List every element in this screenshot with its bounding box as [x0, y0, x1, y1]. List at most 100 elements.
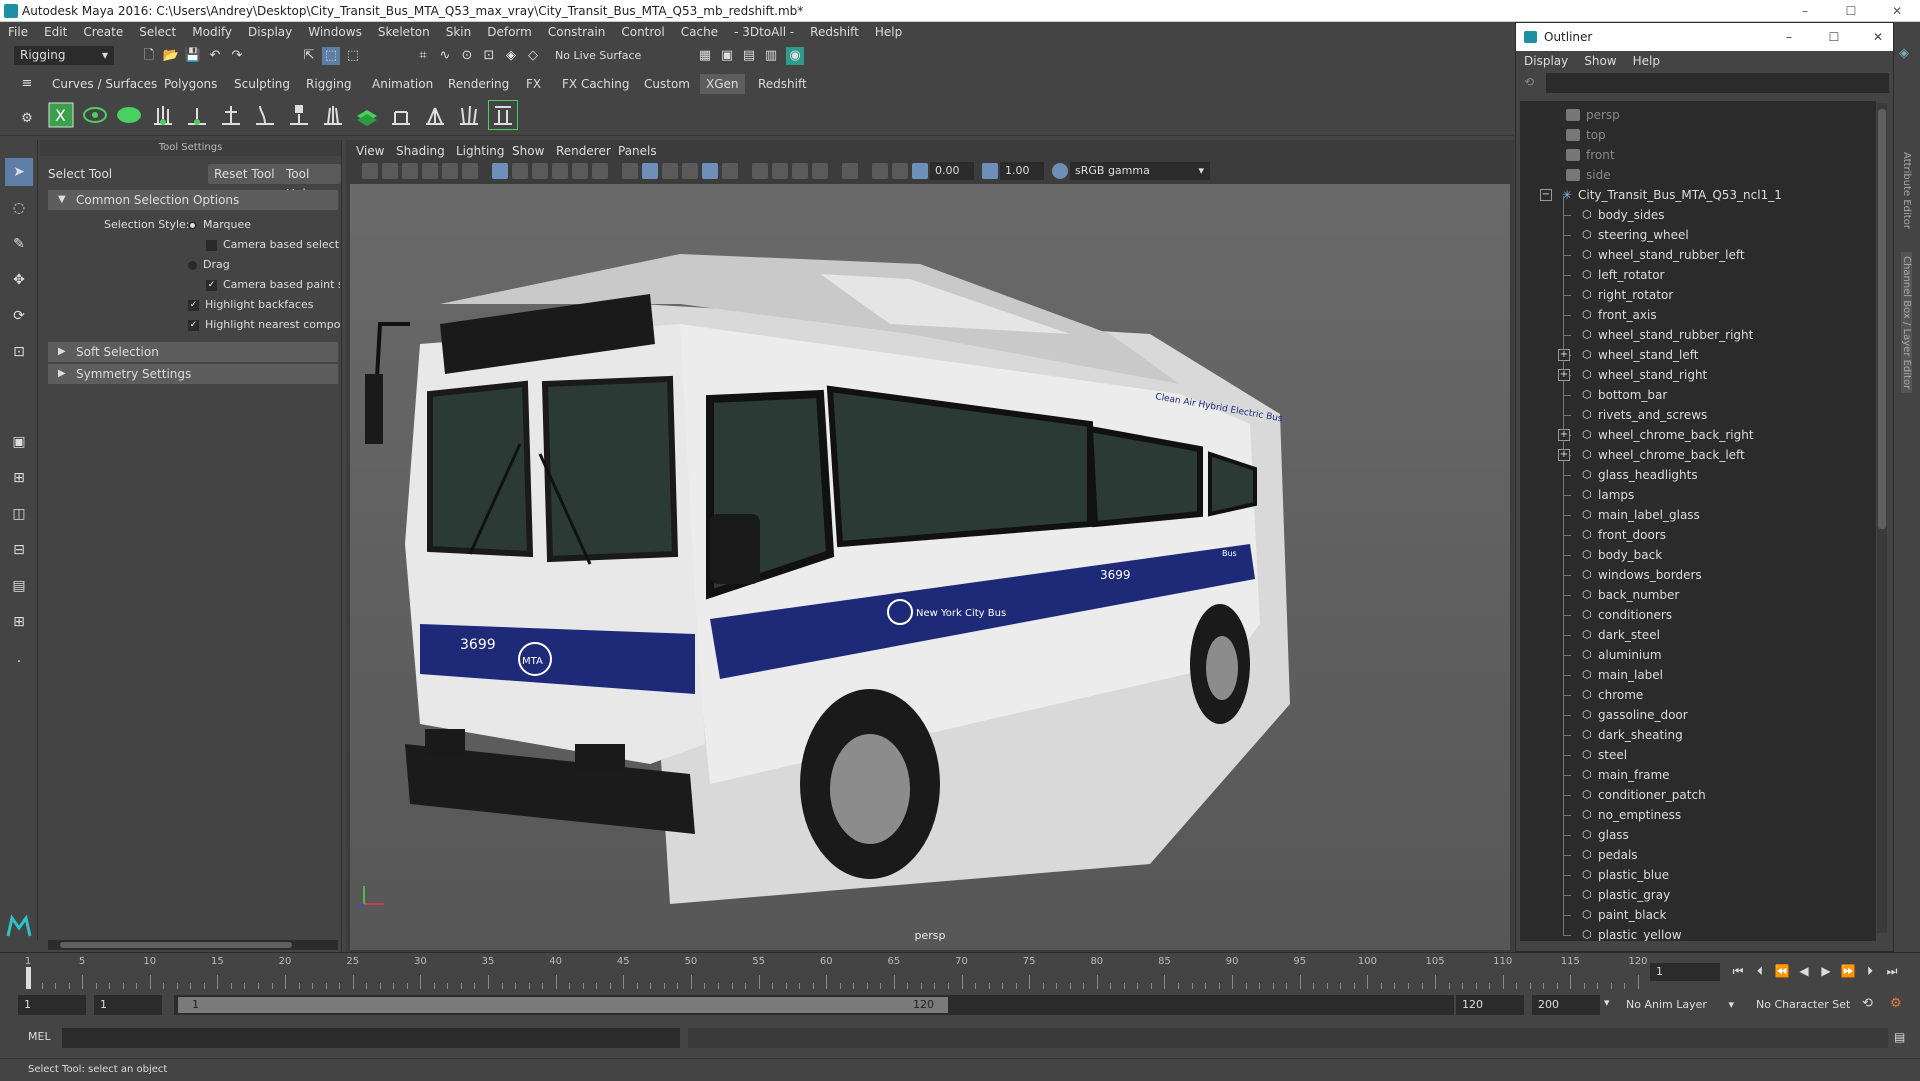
script-editor-icon[interactable]: ▤: [1894, 1030, 1905, 1044]
outliner-item[interactable]: + ⬡ wheel_chrome_back_left: [1520, 445, 1876, 465]
outliner-minimize-button[interactable]: –: [1774, 23, 1804, 51]
command-language-label[interactable]: MEL: [28, 1030, 51, 1043]
expand-icon[interactable]: +: [1558, 449, 1570, 461]
outliner-item[interactable]: ⬡ body_sides: [1520, 205, 1876, 225]
highlight-nearest-checkbox[interactable]: ✓ Highlight nearest compor: [188, 316, 340, 334]
anti-aliasing-icon[interactable]: [792, 163, 808, 179]
rotate-tool-icon[interactable]: ⟳: [5, 302, 33, 330]
live-surface-field[interactable]: No Live Surface: [552, 46, 662, 65]
outliner-item[interactable]: ⬡ glass_headlights: [1520, 465, 1876, 485]
outliner-item[interactable]: ⬡ aluminium: [1520, 645, 1876, 665]
reset-tool-button[interactable]: Reset Tool: [208, 164, 281, 184]
groom-freeze-icon[interactable]: [284, 100, 314, 130]
outliner-item[interactable]: ⬡ glass: [1520, 825, 1876, 845]
view-transform-dropdown[interactable]: sRGB gamma ▾: [1070, 162, 1210, 180]
scrollbar-thumb[interactable]: [1878, 109, 1886, 529]
color-management-icon[interactable]: [1052, 163, 1068, 179]
exposure-field[interactable]: 0.00: [930, 162, 974, 180]
groom-place-icon[interactable]: [148, 100, 178, 130]
outliner-item[interactable]: ⬡ plastic_blue: [1520, 865, 1876, 885]
outliner-item[interactable]: ⬡ gassoline_door: [1520, 705, 1876, 725]
outliner-menu-show[interactable]: Show: [1576, 54, 1624, 68]
menu-windows[interactable]: Windows: [300, 22, 370, 42]
groom-noise-icon[interactable]: [454, 100, 484, 130]
xgen-create-description-icon[interactable]: [80, 100, 110, 130]
select-tool-icon[interactable]: ➤: [5, 158, 33, 186]
wireframe-icon[interactable]: [622, 163, 638, 179]
filter-icon[interactable]: ⟲: [1524, 75, 1540, 91]
tool-settings-scrollbar[interactable]: [48, 940, 338, 950]
groom-smooth-icon[interactable]: [386, 100, 416, 130]
outliner-item[interactable]: ⬡ bottom_bar: [1520, 385, 1876, 405]
menu-deform[interactable]: Deform: [479, 22, 540, 42]
animation-start-field[interactable]: 1: [18, 995, 86, 1015]
outliner-close-button[interactable]: ✕: [1863, 23, 1893, 51]
side-by-side-layout-icon[interactable]: ◫: [5, 500, 33, 528]
new-scene-icon[interactable]: 🗋: [140, 47, 158, 65]
outliner-item[interactable]: + ⬡ wheel_stand_left: [1520, 345, 1876, 365]
menu-set-dropdown[interactable]: Rigging ▾: [14, 46, 114, 65]
tab-curves-surfaces[interactable]: Curves / Surfaces: [46, 74, 163, 94]
common-selection-options-section[interactable]: ▼ Common Selection Options: [48, 190, 338, 210]
marquee-radio[interactable]: Marquee: [188, 216, 338, 234]
grid-icon[interactable]: [492, 163, 508, 179]
ambient-occlusion-icon[interactable]: [752, 163, 768, 179]
viewport-menu-renderer[interactable]: Renderer: [556, 144, 611, 158]
shelf-menu-icon[interactable]: ≡: [18, 75, 36, 93]
time-slider[interactable]: 1 5 10 15 20 25 30 35 40 45 50 55 60 65 70 75 80 85 90 95 10…: [0, 952, 1920, 990]
collapse-icon[interactable]: −: [1540, 189, 1552, 201]
snap-view-icon[interactable]: ⊡: [480, 47, 498, 65]
image-plane-icon[interactable]: [422, 163, 438, 179]
outliner-item[interactable]: ⬡ chrome: [1520, 685, 1876, 705]
outliner-item[interactable]: ⬡ wheel_stand_rubber_left: [1520, 245, 1876, 265]
outliner-camera-top[interactable]: top: [1520, 125, 1876, 145]
outliner-search-field[interactable]: [1546, 73, 1889, 93]
menu-skin[interactable]: Skin: [438, 22, 480, 42]
channel-box-tab[interactable]: Channel Box / Layer Editor: [1901, 252, 1912, 394]
step-forward-key-icon[interactable]: ⏩: [1838, 963, 1858, 979]
outliner-root-group[interactable]: − ✳ City_Transit_Bus_MTA_Q53_ncl1_1: [1520, 185, 1876, 205]
single-view-layout-icon[interactable]: ▣: [5, 428, 33, 456]
playback-start-field[interactable]: 1: [94, 995, 162, 1015]
four-view-layout-icon[interactable]: ⊞: [5, 464, 33, 492]
outliner-item[interactable]: ⬡ no_emptiness: [1520, 805, 1876, 825]
render-view-icon[interactable]: ▥: [762, 47, 780, 65]
outliner-item[interactable]: + ⬡ wheel_stand_right: [1520, 365, 1876, 385]
tab-redshift[interactable]: Redshift: [752, 74, 813, 94]
range-slider-handle[interactable]: 1 120: [178, 997, 948, 1013]
smooth-shade-icon[interactable]: [642, 163, 658, 179]
select-camera-icon[interactable]: [362, 163, 378, 179]
tab-fx-caching[interactable]: FX Caching: [556, 74, 635, 94]
safe-action-icon[interactable]: [592, 163, 608, 179]
range-slider[interactable]: 1 120: [174, 995, 1454, 1015]
outliner-item[interactable]: ⬡ dark_sheating: [1520, 725, 1876, 745]
tab-xgen[interactable]: XGen: [700, 74, 745, 94]
menu-skeleton[interactable]: Skeleton: [370, 22, 438, 42]
textured-icon[interactable]: [682, 163, 698, 179]
outliner-camera-side[interactable]: side: [1520, 165, 1876, 185]
outliner-item[interactable]: ⬡ paint_black: [1520, 905, 1876, 925]
outliner-item[interactable]: ⬡ left_rotator: [1520, 265, 1876, 285]
camera-based-paint-checkbox[interactable]: ✓ Camera based paint se: [206, 276, 340, 294]
menu-modify[interactable]: Modify: [184, 22, 240, 42]
viewport-menu-shading[interactable]: Shading: [396, 144, 445, 158]
groom-density-icon[interactable]: [352, 100, 382, 130]
shadows-icon[interactable]: [722, 163, 738, 179]
lasso-tool-icon[interactable]: ◌: [5, 194, 33, 222]
groom-comb-icon[interactable]: [318, 100, 348, 130]
menu-edit[interactable]: Edit: [36, 22, 75, 42]
tab-custom[interactable]: Custom: [638, 74, 696, 94]
menu-display[interactable]: Display: [240, 22, 300, 42]
isolate-select-icon[interactable]: [842, 163, 858, 179]
save-scene-icon[interactable]: 💾: [184, 47, 202, 65]
tab-sculpting[interactable]: Sculpting: [228, 74, 296, 94]
outliner-layout-icon[interactable]: ⊞: [5, 608, 33, 636]
resolution-gate-icon[interactable]: [532, 163, 548, 179]
snap-curve-icon[interactable]: ∿: [436, 47, 454, 65]
character-set-dropdown[interactable]: No Character Set: [1750, 995, 1868, 1015]
exposure-icon[interactable]: [912, 163, 928, 179]
outliner-item[interactable]: ⬡ steering_wheel: [1520, 225, 1876, 245]
persp-graph-layout-icon[interactable]: ⊟: [5, 536, 33, 564]
gate-mask-icon[interactable]: [552, 163, 568, 179]
playback-end-field[interactable]: 120: [1456, 995, 1524, 1015]
